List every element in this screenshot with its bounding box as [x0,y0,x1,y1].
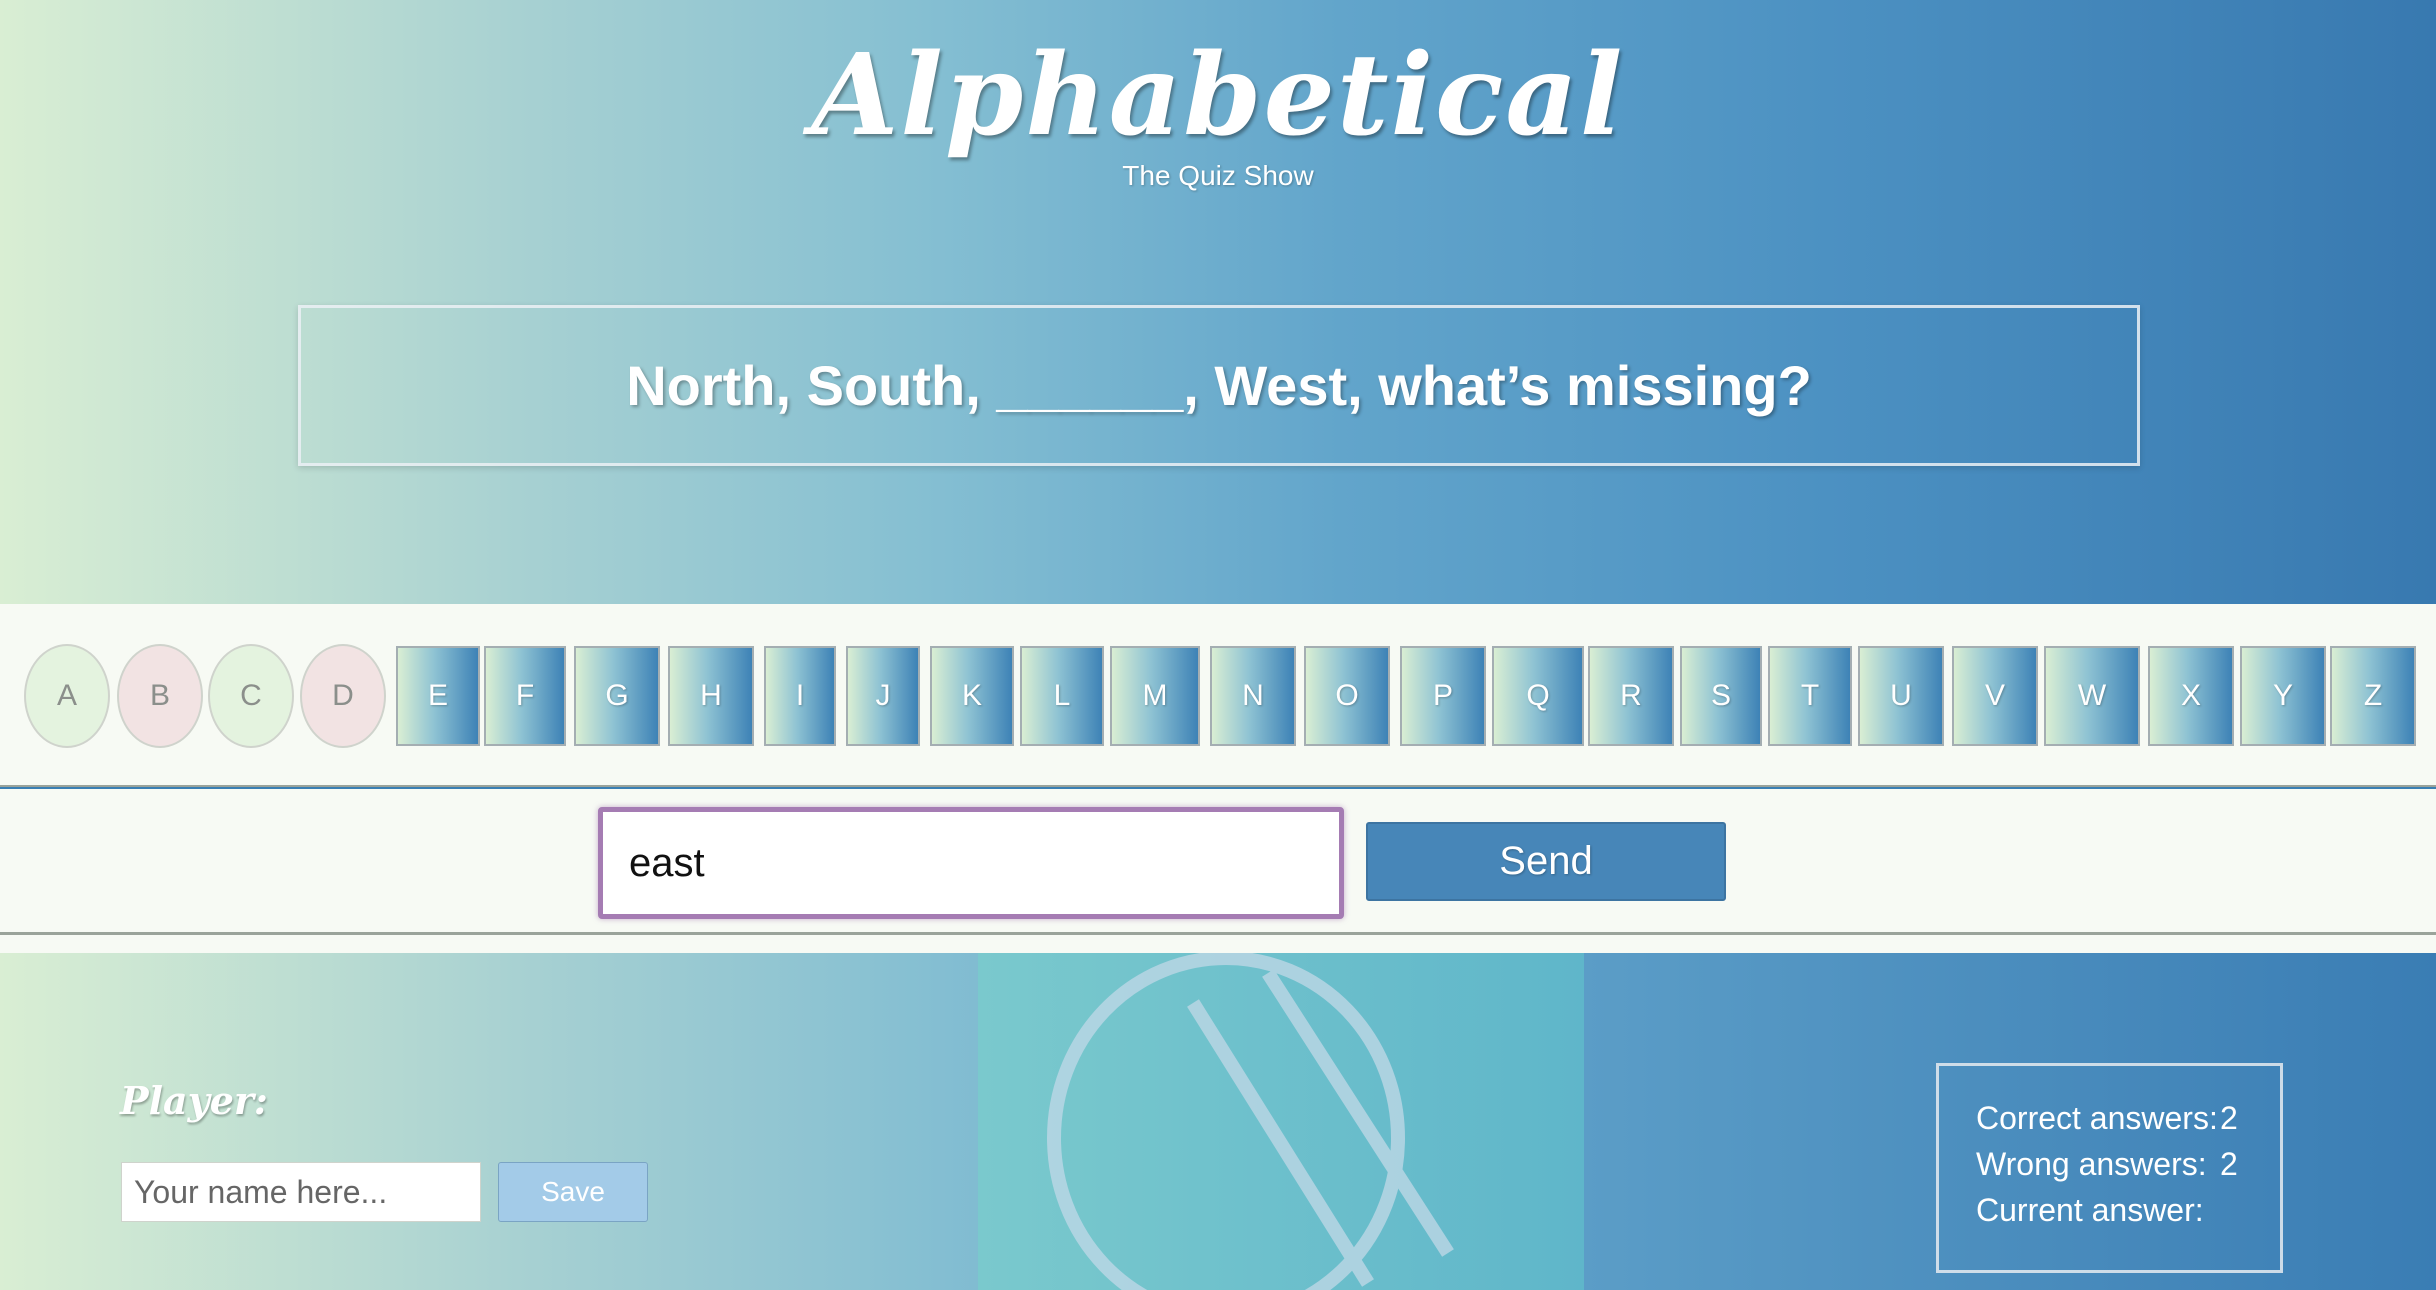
letter-n-button[interactable]: N [1210,646,1296,746]
letter-g-button[interactable]: G [574,646,660,746]
wrong-answers-row: Wrong answers: 2 [1976,1146,2280,1192]
letter-y-button[interactable]: Y [2240,646,2326,746]
app-subtitle: The Quiz Show [1122,160,1314,191]
wrong-answers-label: Wrong answers: [1976,1146,2207,1182]
no-entry-icon [1047,953,1454,1290]
letter-h-button[interactable]: H [668,646,754,746]
letter-m-button[interactable]: M [1110,646,1200,746]
letters-board: ABCDEFGHIJKLMNOPQRSTUVWXYZ [0,604,2436,787]
letter-q-button[interactable]: Q [1492,646,1584,746]
question-text: North, South, ______, West, what’s missi… [626,354,1812,417]
letter-v-button[interactable]: V [1952,646,2038,746]
letter-e-button[interactable]: E [396,646,480,746]
letter-x-button[interactable]: X [2148,646,2234,746]
correct-answers-label: Correct answers: [1976,1100,2218,1136]
letter-o-button[interactable]: O [1304,646,1390,746]
letter-c-used: C [208,644,294,748]
send-button[interactable]: Send [1366,822,1726,901]
player-label: Player: [120,1078,268,1123]
score-box: Correct answers: 2 Wrong answers: 2 Curr… [1936,1063,2283,1273]
letter-w-button[interactable]: W [2044,646,2140,746]
letter-p-button[interactable]: P [1400,646,1486,746]
letter-t-button[interactable]: T [1768,646,1852,746]
letter-f-button[interactable]: F [484,646,566,746]
letter-a-used: A [24,644,110,748]
letter-d-used: D [300,644,386,748]
letter-u-button[interactable]: U [1858,646,1944,746]
answer-input[interactable] [598,807,1344,919]
letter-i-button[interactable]: I [764,646,836,746]
current-answer-label: Current answer: [1976,1192,2204,1228]
save-button[interactable]: Save [498,1162,648,1222]
correct-answers-value: 2 [2220,1100,2238,1136]
section-divider [0,935,2436,953]
letter-z-button[interactable]: Z [2330,646,2416,746]
center-panel [978,953,1584,1290]
letter-k-button[interactable]: K [930,646,1014,746]
header-section: Alphabetical The Quiz Show North, South,… [0,0,2436,604]
letter-s-button[interactable]: S [1680,646,1762,746]
letter-l-button[interactable]: L [1020,646,1104,746]
letter-r-button[interactable]: R [1588,646,1674,746]
letters-row: ABCDEFGHIJKLMNOPQRSTUVWXYZ [0,644,2436,749]
wrong-answers-value: 2 [2220,1146,2238,1182]
app-title: Alphabetical [811,30,1625,161]
correct-answers-row: Correct answers: 2 [1976,1100,2280,1146]
letter-j-button[interactable]: J [846,646,920,746]
letter-b-used: B [117,644,203,748]
footer-section: Player: Save Correct answers: 2 Wrong an… [0,953,2436,1290]
current-answer-row: Current answer: [1976,1192,2280,1238]
player-name-input[interactable] [121,1162,481,1222]
answer-section: Send [0,789,2436,935]
question-box: North, South, ______, West, what’s missi… [298,305,2140,466]
